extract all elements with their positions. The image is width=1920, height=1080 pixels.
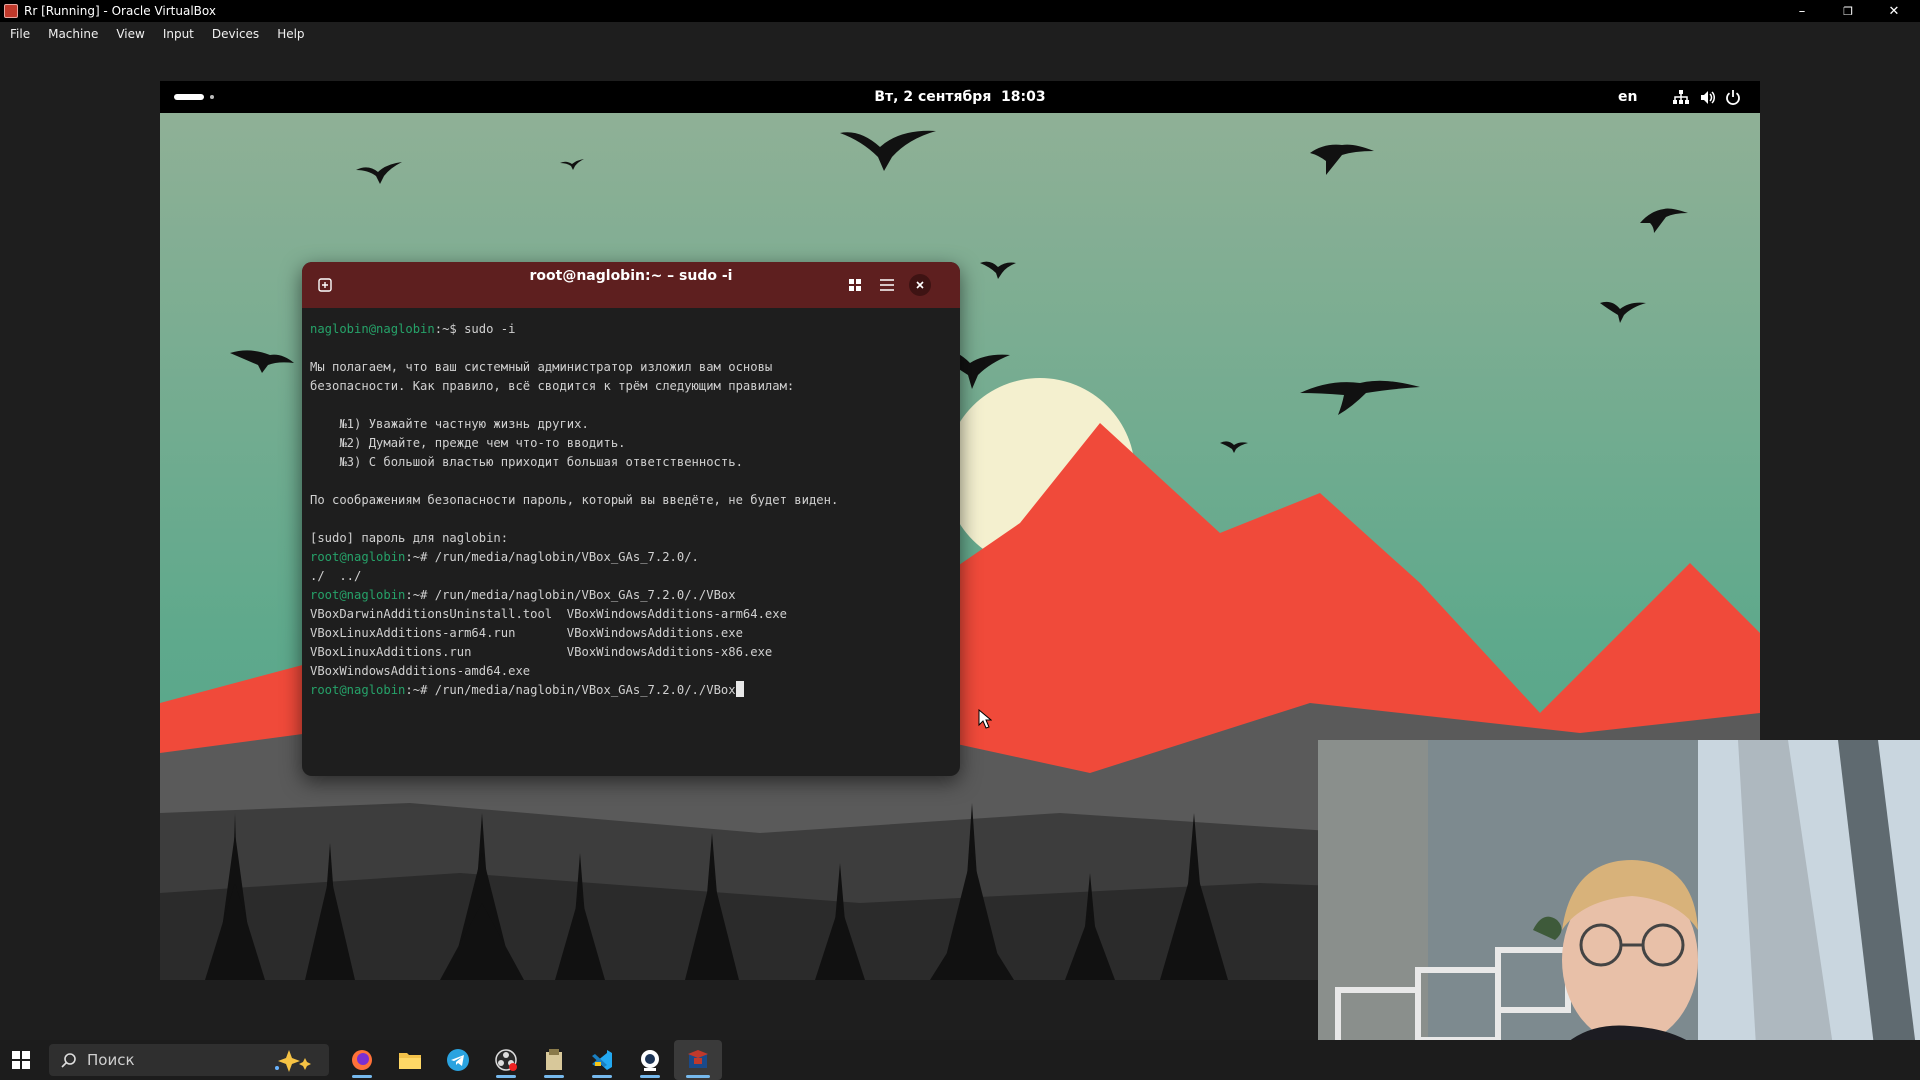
terminal-line: №3) С большой властью приходит большая о… xyxy=(310,453,960,472)
shell-command: :~# /run/media/naglobin/VBox_GAs_7.2.0/.… xyxy=(405,683,736,697)
terminal-line: VBoxDarwinAdditionsUninstall.tool VBoxWi… xyxy=(310,605,960,624)
obs-icon xyxy=(495,1049,517,1071)
terminal-window[interactable]: root@naglobin:~ – sudo -i naglobin@naglo… xyxy=(302,262,960,776)
shell-command: :~# /run/media/naglobin/VBox_GAs_7.2.0/.… xyxy=(405,588,736,602)
start-button[interactable] xyxy=(12,1051,30,1069)
taskbar-app[interactable] xyxy=(530,1040,578,1080)
terminal-close-button[interactable] xyxy=(909,274,931,296)
output-text: Мы полагаем, что ваш системный администр… xyxy=(310,360,773,374)
terminal-output[interactable]: naglobin@naglobin:~$ sudo -i Мы полагаем,… xyxy=(302,308,960,700)
taskbar-vscode[interactable] xyxy=(578,1040,626,1080)
terminal-line: root@naglobin:~# /run/media/naglobin/VBo… xyxy=(310,548,960,567)
menu-help[interactable]: Help xyxy=(267,27,312,41)
close-button[interactable]: ✕ xyxy=(1872,0,1916,22)
output-text: По соображениям безопасности пароль, кот… xyxy=(310,493,839,507)
taskbar-virtualbox[interactable] xyxy=(674,1040,722,1080)
taskbar-search-box[interactable]: Поиск xyxy=(49,1044,329,1076)
search-placeholder: Поиск xyxy=(87,1051,135,1069)
host-window-title: Rr [Running] - Oracle VirtualBox xyxy=(24,4,216,18)
grid-icon xyxy=(849,279,861,291)
gnome-top-bar: Вт, 2 сентября 18:03 en xyxy=(160,81,1760,113)
terminal-line: VBoxLinuxAdditions.run VBoxWindowsAdditi… xyxy=(310,643,960,662)
terminal-line: Мы полагаем, что ваш системный администр… xyxy=(310,358,960,377)
output-text: VBoxWindowsAdditions-amd64.exe xyxy=(310,664,531,678)
search-icon xyxy=(61,1053,76,1068)
output-text: [sudo] пароль для naglobin: xyxy=(310,531,509,545)
menu-devices[interactable]: Devices xyxy=(202,27,267,41)
terminal-line: ./ ../ xyxy=(310,567,960,586)
copilot-sparkle-icon xyxy=(275,1050,311,1072)
taskbar-file-explorer[interactable] xyxy=(386,1040,434,1080)
volume-icon[interactable] xyxy=(1700,90,1716,109)
text-cursor xyxy=(735,681,744,697)
network-icon[interactable] xyxy=(1673,90,1689,109)
output-text: VBoxDarwinAdditionsUninstall.tool VBoxWi… xyxy=(310,607,787,621)
taskbar-obs[interactable] xyxy=(482,1040,530,1080)
terminal-line: безопасности. Как правило, всё сводится … xyxy=(310,377,960,396)
app-icon xyxy=(546,1049,562,1070)
taskbar-webcam-app[interactable] xyxy=(626,1040,674,1080)
webcam-overlay xyxy=(1318,740,1920,1080)
terminal-line: №1) Уважайте частную жизнь других. xyxy=(310,415,960,434)
virtualbox-icon xyxy=(4,4,18,18)
output-text: ./ ../ xyxy=(310,569,362,583)
tab-overview-button[interactable] xyxy=(842,272,868,298)
output-text: безопасности. Как правило, всё сводится … xyxy=(310,379,795,393)
shell-prompt-user: root@naglobin xyxy=(310,683,406,697)
vscode-icon xyxy=(592,1050,612,1070)
mouse-pointer-icon xyxy=(978,709,992,729)
virtualbox-icon xyxy=(688,1050,708,1068)
firefox-icon xyxy=(352,1050,372,1070)
terminal-line: root@naglobin:~# /run/media/naglobin/VBo… xyxy=(310,681,960,700)
file-explorer-icon xyxy=(399,1053,421,1069)
telegram-icon xyxy=(447,1049,469,1071)
windows-logo-icon xyxy=(12,1051,30,1069)
menu-input[interactable]: Input xyxy=(153,27,202,41)
terminal-line: №2) Думайте, прежде чем что-то вводить. xyxy=(310,434,960,453)
shell-command: :~# /run/media/naglobin/VBox_GAs_7.2.0/. xyxy=(405,550,699,564)
shell-command: :~$ sudo -i xyxy=(434,322,516,336)
host-title-bar: Rr [Running] - Oracle VirtualBox – ❐ ✕ xyxy=(0,0,1920,22)
host-menu-bar: File Machine View Input Devices Help xyxy=(0,22,1920,46)
terminal-line: naglobin@naglobin:~$ sudo -i xyxy=(310,320,960,339)
terminal-line: VBoxLinuxAdditions-arm64.run VBoxWindows… xyxy=(310,624,960,643)
menu-file[interactable]: File xyxy=(0,27,38,41)
output-text: VBoxLinuxAdditions.run VBoxWindowsAdditi… xyxy=(310,645,773,659)
menu-view[interactable]: View xyxy=(106,27,152,41)
output-text: VBoxLinuxAdditions-arm64.run VBoxWindows… xyxy=(310,626,743,640)
menu-button[interactable] xyxy=(874,272,900,298)
output-text: №2) Думайте, прежде чем что-то вводить. xyxy=(310,436,626,450)
terminal-line: root@naglobin:~# /run/media/naglobin/VBo… xyxy=(310,586,960,605)
host-taskbar: Поиск xyxy=(0,1040,1920,1080)
hamburger-menu-icon xyxy=(880,279,894,291)
terminal-line: VBoxWindowsAdditions-amd64.exe xyxy=(310,662,960,681)
power-icon[interactable] xyxy=(1725,89,1741,109)
shell-prompt-user: root@naglobin xyxy=(310,588,406,602)
shell-prompt-user: naglobin@naglobin xyxy=(310,322,435,336)
taskbar-telegram[interactable] xyxy=(434,1040,482,1080)
keyboard-layout-indicator[interactable]: en xyxy=(1618,89,1637,105)
terminal-line: [sudo] пароль для naglobin: xyxy=(310,529,960,548)
menu-machine[interactable]: Machine xyxy=(38,27,106,41)
webcam-app-icon xyxy=(641,1050,659,1071)
terminal-line: По соображениям безопасности пароль, кот… xyxy=(310,491,960,510)
shell-prompt-user: root@naglobin xyxy=(310,550,406,564)
output-text: №3) С большой властью приходит большая о… xyxy=(310,455,743,469)
terminal-header-bar[interactable]: root@naglobin:~ – sudo -i xyxy=(302,262,960,308)
clock[interactable]: Вт, 2 сентября 18:03 xyxy=(160,89,1760,105)
minimize-button[interactable]: – xyxy=(1780,0,1824,22)
output-text: №1) Уважайте частную жизнь других. xyxy=(310,417,589,431)
close-icon xyxy=(916,281,924,289)
taskbar-firefox[interactable] xyxy=(338,1040,386,1080)
restore-button[interactable]: ❐ xyxy=(1826,0,1870,22)
